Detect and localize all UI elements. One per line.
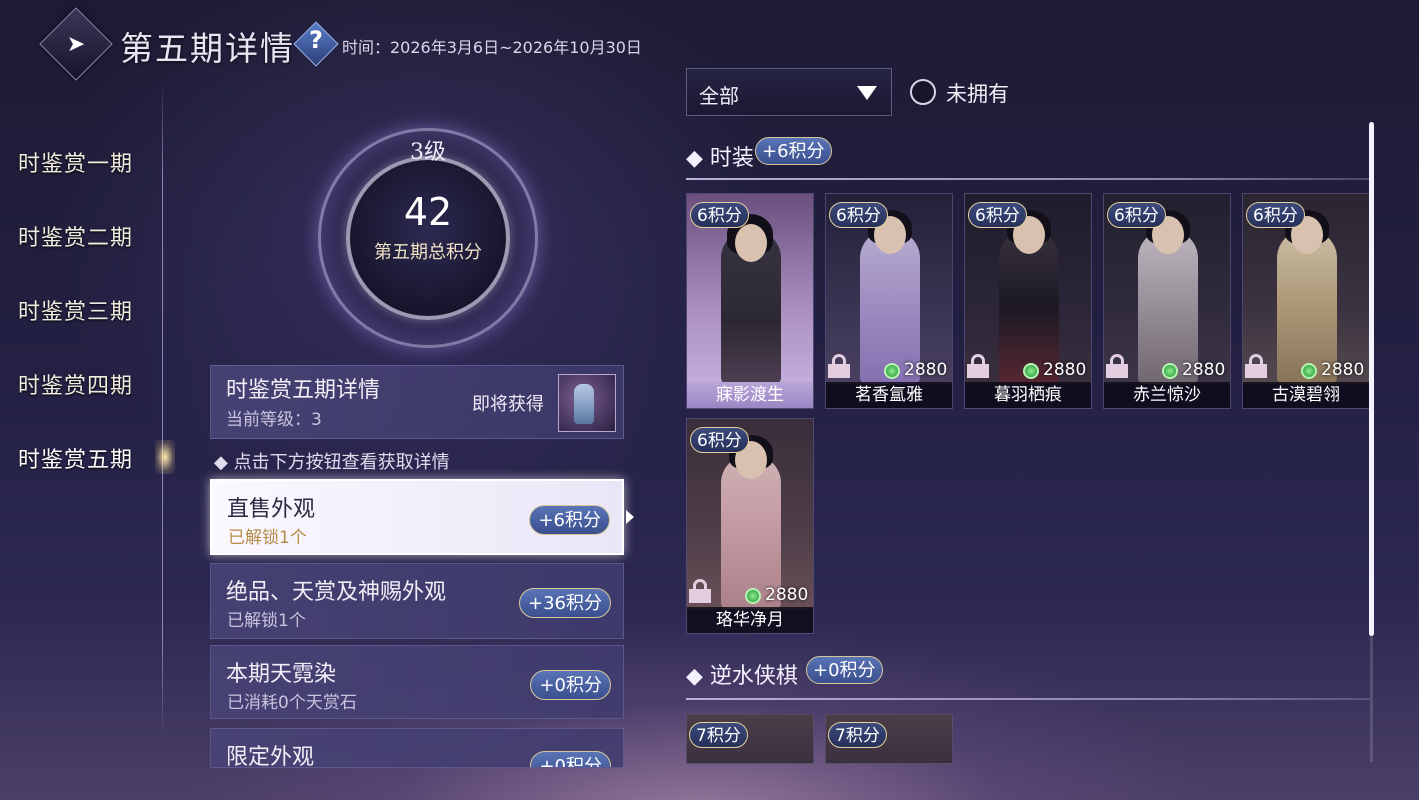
lock-icon — [828, 354, 850, 378]
category-status: 已解锁1个 — [227, 611, 306, 631]
outfit-card[interactable]: 6积分 2880 茗香氲雅 — [825, 193, 953, 409]
filter-selected-value: 全部 — [699, 84, 739, 108]
outfit-card[interactable]: 6积分 2880 赤兰惊沙 — [1103, 193, 1231, 409]
lock-icon — [1106, 354, 1128, 378]
total-score: 42 — [403, 190, 453, 234]
outfit-card[interactable]: 6积分 2880 暮羽栖痕 — [964, 193, 1092, 409]
category-dye[interactable]: 本期天霓染 已消耗0个天赏石 +0积分 — [210, 645, 624, 719]
category-title: 直售外观 — [227, 497, 316, 522]
hint-text: ◆ 点击下方按钮查看获取详情 — [214, 452, 450, 473]
section-divider — [686, 698, 1370, 700]
jade-currency-icon — [1023, 363, 1039, 379]
total-score-caption: 第五期总积分 — [374, 242, 482, 263]
selected-pointer-icon — [626, 510, 634, 524]
chess-item-points-badge: 7积分 — [689, 722, 748, 748]
outfit-card[interactable]: 6积分 2880 古漠碧翎 — [1242, 193, 1370, 409]
outfit-price: 2880 — [904, 360, 948, 380]
category-points-badge: +36积分 — [519, 588, 611, 618]
dropdown-arrow-icon — [857, 86, 877, 100]
chess-item-card[interactable]: 7积分 — [825, 714, 953, 766]
outfit-price: 2880 — [1043, 360, 1087, 380]
scrollbar-thumb[interactable] — [1369, 122, 1374, 636]
category-direct-sale[interactable]: 直售外观 已解锁1个 +6积分 — [210, 479, 624, 555]
outfit-name: 珞华净月 — [687, 607, 813, 633]
section-points-badge: +6积分 — [755, 137, 832, 165]
current-level: 3级 — [410, 140, 446, 165]
category-limited[interactable]: 限定外观 +0积分 — [210, 728, 624, 768]
nav-item-period-1[interactable]: 时鉴赏一期 — [18, 146, 158, 186]
outfit-price: 2880 — [765, 585, 809, 605]
page-title: 第五期详情 — [120, 29, 295, 68]
outfit-points-badge: 6积分 — [968, 202, 1027, 228]
nav-divider — [162, 80, 163, 740]
outfit-name: 赤兰惊沙 — [1104, 382, 1230, 408]
chess-item-points-badge: 7积分 — [828, 722, 887, 748]
unowned-filter-radio[interactable] — [910, 79, 936, 105]
outfit-points-badge: 6积分 — [690, 202, 749, 228]
outfit-points-badge: 6积分 — [1107, 202, 1166, 228]
category-points-badge: +6积分 — [529, 505, 610, 535]
category-points-badge: +0积分 — [530, 751, 611, 767]
section-divider — [686, 178, 1370, 180]
active-indicator-icon — [155, 440, 175, 474]
period-current-level: 当前等级：3 — [226, 410, 322, 430]
category-premium[interactable]: 绝品、天赏及神赐外观 已解锁1个 +36积分 — [210, 563, 624, 639]
outfit-card[interactable]: 6积分 寐影渡生 — [686, 193, 814, 409]
section-points-badge: +0积分 — [806, 656, 883, 684]
filter-dropdown[interactable]: 全部 — [686, 68, 892, 116]
outfit-name: 古漠碧翎 — [1243, 382, 1369, 408]
section-title-chess: ◆ 逆水侠棋 — [686, 664, 798, 689]
nav-item-period-2[interactable]: 时鉴赏二期 — [18, 220, 158, 260]
chess-item-card[interactable]: 7积分 — [686, 714, 814, 766]
jade-currency-icon — [1162, 363, 1178, 379]
category-points-badge: +0积分 — [530, 670, 611, 700]
lock-icon — [967, 354, 989, 378]
category-title: 绝品、天赏及神赐外观 — [226, 580, 447, 605]
unowned-filter-label[interactable]: 未拥有 — [946, 78, 1009, 108]
jade-currency-icon — [884, 363, 900, 379]
outfit-price: 2880 — [1182, 360, 1226, 380]
outfit-face-icon — [735, 224, 767, 262]
outfit-points-badge: 6积分 — [1246, 202, 1305, 228]
event-time-label: 时间：2026年3月6日~2026年10月30日 — [342, 38, 642, 57]
jade-currency-icon — [1301, 363, 1317, 379]
section-title-fashion: ◆ 时装 — [686, 146, 754, 171]
category-title: 本期天霓染 — [226, 662, 337, 687]
lock-icon — [689, 579, 711, 603]
nav-item-period-5[interactable]: 时鉴赏五期 — [18, 442, 158, 482]
outfit-name: 茗香氲雅 — [826, 382, 952, 408]
category-status: 已解锁1个 — [228, 528, 307, 548]
outfit-points-badge: 6积分 — [829, 202, 888, 228]
outfit-points-badge: 6积分 — [690, 427, 749, 453]
category-title: 限定外观 — [226, 745, 315, 768]
upcoming-reward-label: 即将获得 — [472, 394, 544, 415]
lock-icon — [1245, 354, 1267, 378]
period-detail-title: 时鉴赏五期详情 — [226, 378, 381, 403]
nav-item-period-3[interactable]: 时鉴赏三期 — [18, 294, 158, 334]
jade-currency-icon — [745, 588, 761, 604]
nav-item-period-4[interactable]: 时鉴赏四期 — [18, 368, 158, 408]
reward-figure-icon — [574, 384, 594, 424]
outfit-card[interactable]: 6积分 2880 珞华净月 — [686, 418, 814, 634]
outfit-price: 2880 — [1321, 360, 1365, 380]
outfit-name: 寐影渡生 — [687, 382, 813, 408]
outfit-name: 暮羽栖痕 — [965, 382, 1091, 408]
help-icon[interactable]: ? — [300, 26, 332, 60]
back-arrow-icon[interactable]: ➤ — [52, 18, 100, 70]
category-status: 已消耗0个天赏石 — [227, 693, 357, 713]
